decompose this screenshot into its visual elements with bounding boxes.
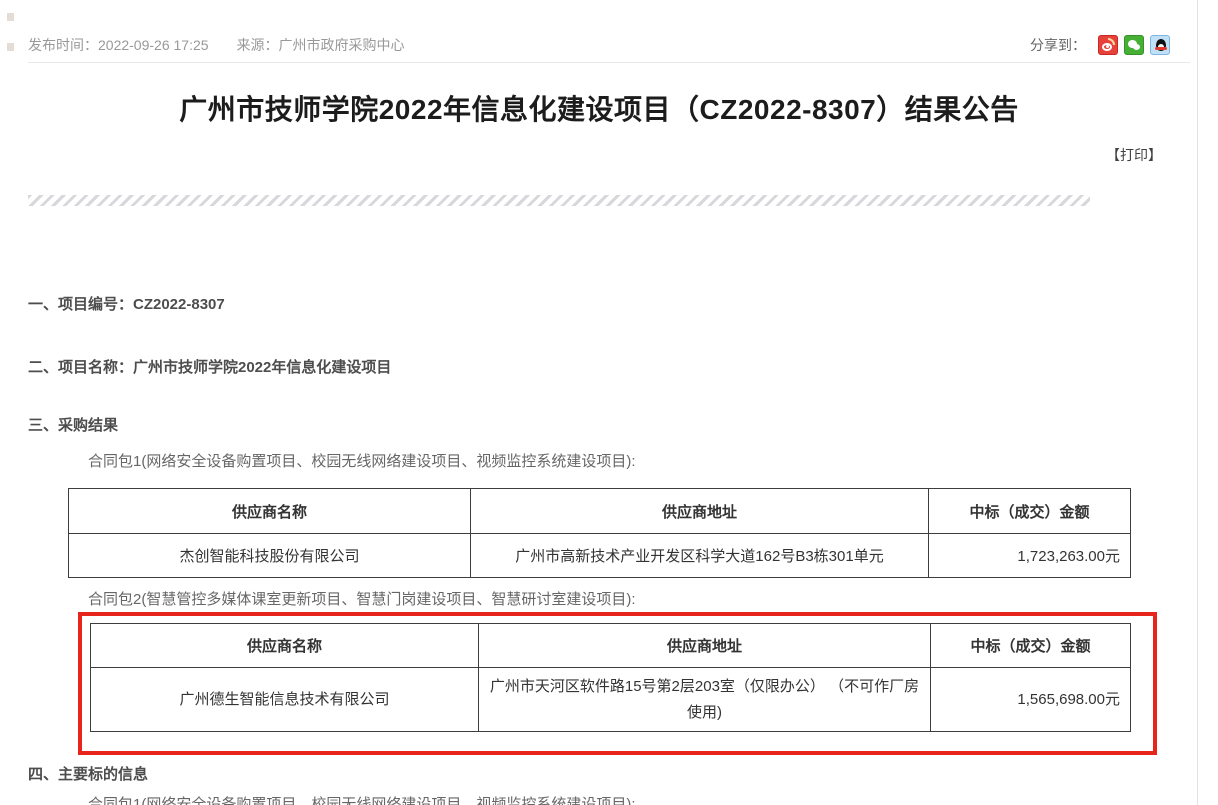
- share-label: 分享到：: [1030, 35, 1086, 55]
- share-bar: 分享到：: [1030, 35, 1170, 55]
- weibo-pupil-shape: [1106, 45, 1109, 48]
- table-row: 广州德生智能信息技术有限公司 广州市天河区软件路15号第2层203室（仅限办公）…: [91, 668, 1131, 732]
- section-project-name: 二、项目名称：广州市技师学院2022年信息化建设项目: [28, 356, 391, 377]
- table-header-row: 供应商名称 供应商地址 中标（成交）金额: [69, 489, 1131, 534]
- supplier-name-cell: 杰创智能科技股份有限公司: [69, 534, 471, 578]
- meta-divider-line: [28, 62, 1190, 63]
- header-supplier-address: 供应商地址: [471, 489, 929, 534]
- header-supplier-name: 供应商名称: [69, 489, 471, 534]
- award-amount-cell: 1,723,263.00元: [929, 534, 1131, 578]
- award-amount-cell: 1,565,698.00元: [931, 668, 1131, 732]
- supplier-address-cell: 广州市天河区软件路15号第2层203室（仅限办公） （不可作厂房使用): [479, 668, 931, 732]
- section-procurement-result: 三、采购结果: [28, 414, 118, 435]
- supplier-name-cell: 广州德生智能信息技术有限公司: [91, 668, 479, 732]
- meta-bar: 发布时间：2022-09-26 17:25 来源：广州市政府采购中心 分享到：: [28, 34, 1170, 56]
- table-header-row: 供应商名称 供应商地址 中标（成交）金额: [91, 624, 1131, 668]
- header-supplier-name: 供应商名称: [91, 624, 479, 668]
- left-edge-artifact: [7, 43, 14, 51]
- publish-time: 发布时间：2022-09-26 17:25: [28, 35, 209, 55]
- source: 来源：广州市政府采购中心: [237, 35, 405, 55]
- weibo-ray-shape: [1108, 38, 1115, 45]
- share-qq-icon[interactable]: [1150, 35, 1170, 55]
- header-award-amount: 中标（成交）金额: [931, 624, 1131, 668]
- share-wechat-icon[interactable]: [1124, 35, 1144, 55]
- table-row: 杰创智能科技股份有限公司 广州市高新技术产业开发区科学大道162号B3栋301单…: [69, 534, 1131, 578]
- publish-time-value: 2022-09-26 17:25: [98, 37, 209, 53]
- source-value: 广州市政府采购中心: [279, 37, 405, 53]
- publish-time-label: 发布时间：: [28, 37, 98, 53]
- stripe-divider: [28, 195, 1090, 206]
- left-edge-artifact: [7, 13, 14, 21]
- package1-label: 合同包1(网络安全设备购置项目、校园无线网络建设项目、视频监控系统建设项目):: [88, 450, 636, 471]
- clipped-bottom-text: 合同包1(网络安全设备购置项目、校园无线网络建设项目、视频监控系统建设项目):: [88, 793, 636, 805]
- wechat-bubble-shape: [1133, 44, 1140, 50]
- result-table-package2: 供应商名称 供应商地址 中标（成交）金额 广州德生智能信息技术有限公司 广州市天…: [90, 623, 1131, 732]
- source-label: 来源：: [237, 37, 279, 53]
- page-title: 广州市技师学院2022年信息化建设项目（CZ2022-8307）结果公告: [30, 88, 1168, 128]
- result-table-package1: 供应商名称 供应商地址 中标（成交）金额 杰创智能科技股份有限公司 广州市高新技…: [68, 488, 1131, 578]
- header-supplier-address: 供应商地址: [479, 624, 931, 668]
- section-project-number: 一、项目编号：CZ2022-8307: [28, 293, 225, 314]
- page-right-border: [1197, 0, 1198, 805]
- package2-label: 合同包2(智慧管控多媒体课室更新项目、智慧门岗建设项目、智慧研讨室建设项目):: [88, 588, 636, 609]
- supplier-address-cell: 广州市高新技术产业开发区科学大道162号B3栋301单元: [471, 534, 929, 578]
- print-button[interactable]: 【打印】: [1106, 145, 1162, 165]
- header-award-amount: 中标（成交）金额: [929, 489, 1131, 534]
- section-main-subject-info: 四、主要标的信息: [28, 763, 148, 784]
- share-weibo-icon[interactable]: [1098, 35, 1118, 55]
- announcement-page: 发布时间：2022-09-26 17:25 来源：广州市政府采购中心 分享到： …: [0, 0, 1218, 805]
- qq-scarf-shape: [1155, 47, 1167, 50]
